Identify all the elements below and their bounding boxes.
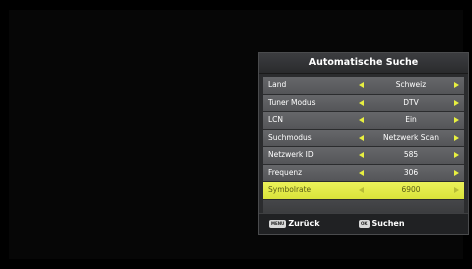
setting-label: Netzwerk ID	[268, 150, 314, 159]
setting-label: Tuner Modus	[268, 97, 316, 107]
automatic-search-menu: Automatische Suche Land Schweiz Tuner Mo…	[258, 52, 469, 235]
setting-row-land[interactable]: Land Schweiz	[263, 77, 464, 94]
arrow-left-icon[interactable]	[359, 134, 364, 141]
setting-row-frequenz[interactable]: Frequenz 306	[263, 164, 464, 181]
arrow-right-icon[interactable]	[454, 134, 459, 141]
arrow-left-icon[interactable]	[359, 187, 364, 193]
arrow-left-icon[interactable]	[359, 152, 364, 158]
setting-label: Frequenz	[268, 167, 303, 177]
search-button[interactable]: OK Suchen	[359, 219, 405, 228]
setting-row-suchmodus[interactable]: Suchmodus Netzwerk Scan	[263, 129, 464, 146]
arrow-right-icon[interactable]	[454, 99, 459, 106]
arrow-right-icon[interactable]	[454, 152, 459, 158]
search-label: Suchen	[371, 219, 405, 228]
ok-key-icon: OK	[359, 219, 370, 228]
arrow-right-icon[interactable]	[454, 82, 459, 88]
setting-row-symbolrate[interactable]: Symbolrate 6900	[263, 182, 464, 199]
setting-value: Schweiz	[395, 80, 427, 89]
menu-title: Automatische Suche	[259, 53, 468, 74]
setting-row-tuner-modus[interactable]: Tuner Modus DTV	[263, 94, 464, 111]
setting-value: Ein	[405, 115, 417, 124]
arrow-right-icon[interactable]	[454, 187, 459, 193]
setting-label: Land	[268, 80, 287, 89]
back-label: Zurück	[288, 219, 320, 228]
setting-label: LCN	[268, 115, 284, 124]
arrow-left-icon[interactable]	[359, 99, 364, 106]
setting-row-lcn[interactable]: LCN Ein	[263, 112, 464, 129]
setting-value: Netzwerk Scan	[383, 132, 439, 142]
back-button[interactable]: MENU Zurück	[269, 219, 320, 228]
setting-value: 6900	[401, 185, 421, 194]
setting-label: Suchmodus	[268, 132, 312, 142]
settings-list: Land Schweiz Tuner Modus DTV LCN Ein Suc…	[263, 77, 464, 216]
setting-value: DTV	[403, 97, 419, 107]
menu-key-icon: MENU	[269, 219, 287, 228]
setting-label: Symbolrate	[268, 185, 312, 194]
setting-value: 585	[403, 150, 419, 159]
setting-value: 306	[403, 167, 419, 177]
arrow-left-icon[interactable]	[359, 117, 364, 123]
tv-screen: Automatische Suche Land Schweiz Tuner Mo…	[9, 10, 469, 259]
arrow-right-icon[interactable]	[454, 169, 459, 176]
menu-footer: MENU Zurück OK Suchen	[259, 213, 468, 234]
arrow-right-icon[interactable]	[454, 117, 459, 123]
setting-row-netzwerk-id[interactable]: Netzwerk ID 585	[263, 147, 464, 164]
arrow-left-icon[interactable]	[359, 82, 364, 88]
arrow-left-icon[interactable]	[359, 169, 364, 176]
